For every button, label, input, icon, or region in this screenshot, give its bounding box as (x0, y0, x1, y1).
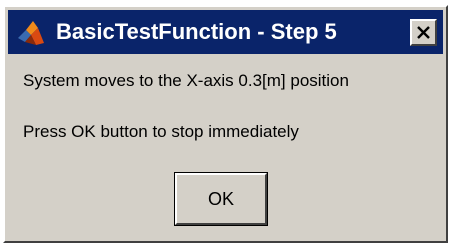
close-button[interactable] (410, 19, 437, 46)
title-bar[interactable]: BasicTestFunction - Step 5 (8, 10, 443, 54)
matlab-logo-icon (16, 18, 46, 48)
message-line-instruction: Press OK button to stop immediately (23, 122, 299, 141)
message-line-position: System moves to the X-axis 0.3[m] positi… (23, 71, 349, 90)
window-title: BasicTestFunction - Step 5 (56, 19, 337, 44)
message-dialog: BasicTestFunction - Step 5 System moves … (3, 5, 448, 243)
ok-button[interactable]: OK (174, 172, 268, 226)
